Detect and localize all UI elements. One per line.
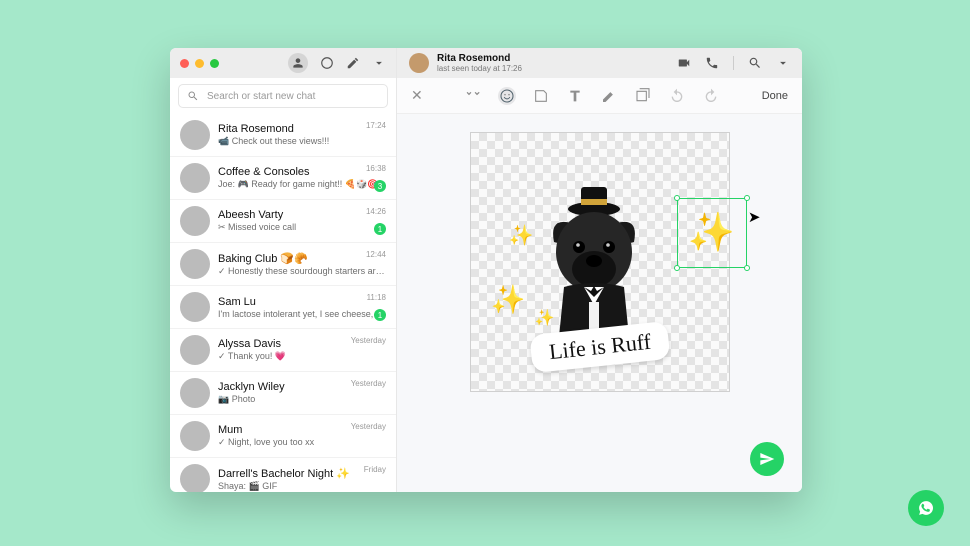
- chat-time: 11:18: [367, 293, 386, 302]
- chat-avatar: [180, 378, 210, 408]
- chat-name: Darrell's Bachelor Night ✨: [218, 467, 386, 480]
- contact-name: Rita Rosemond: [437, 53, 522, 64]
- chat-time: Yesterday: [351, 422, 386, 431]
- chat-row[interactable]: Mum✓ Night, love you too xxYesterday: [170, 415, 396, 458]
- send-icon: [759, 451, 775, 467]
- chat-time: Yesterday: [351, 379, 386, 388]
- cursor-pointer-icon: ➤: [748, 208, 761, 226]
- chat-preview: ✓ Night, love you too xx: [218, 437, 386, 448]
- chat-avatar: [180, 163, 210, 193]
- sticker-editor-toolbar: ✕ Done: [397, 78, 802, 114]
- chat-preview: Shaya: 🎬 GIF: [218, 481, 386, 492]
- search-placeholder: Search or start new chat: [207, 91, 315, 102]
- main-pane: Rita Rosemond last seen today at 17:26 ✕: [397, 48, 802, 492]
- chat-preview: ✓ Thank you! 💗: [218, 351, 386, 362]
- crop-tool-icon[interactable]: [464, 87, 482, 105]
- contact-status: last seen today at 17:26: [437, 64, 522, 73]
- chat-time: Friday: [364, 465, 386, 474]
- search-icon: [187, 90, 199, 102]
- chat-name: Rita Rosemond: [218, 123, 386, 135]
- outline-tool-icon[interactable]: [634, 87, 652, 105]
- redo-icon[interactable]: [702, 87, 720, 105]
- chat-time: 14:26: [366, 207, 386, 216]
- chat-row[interactable]: Rita Rosemond📹 Check out these views!!! 1…: [170, 114, 396, 157]
- sparkle-icon: ✨: [688, 211, 735, 255]
- search-in-chat-icon[interactable]: [748, 56, 762, 70]
- chat-preview: 📹 Check out these views!!!: [218, 136, 386, 147]
- chat-row[interactable]: Alyssa Davis✓ Thank you! 💗Yesterday: [170, 329, 396, 372]
- chat-header: Rita Rosemond last seen today at 17:26: [397, 48, 802, 78]
- voice-call-icon[interactable]: [705, 56, 719, 70]
- chat-avatar: [180, 335, 210, 365]
- sticker-canvas[interactable]: ✨ ✨ ✨: [470, 132, 730, 392]
- chat-row[interactable]: Jacklyn Wiley📷 PhotoYesterday: [170, 372, 396, 415]
- undo-icon[interactable]: [668, 87, 686, 105]
- chat-name: Abeesh Varty: [218, 209, 386, 221]
- chat-preview: 📷 Photo: [218, 394, 386, 405]
- chat-row[interactable]: Sam LuI'm lactose intolerant yet, I see …: [170, 286, 396, 329]
- app-window: Search or start new chat Rita Rosemond📹 …: [170, 48, 802, 492]
- contact-avatar[interactable]: [409, 53, 429, 73]
- chat-time: Yesterday: [351, 336, 386, 345]
- emoji-tool-icon[interactable]: [498, 87, 516, 105]
- send-button[interactable]: [750, 442, 784, 476]
- divider: [733, 56, 734, 70]
- selection-box[interactable]: ✨: [677, 198, 747, 268]
- chevron-down-icon[interactable]: [372, 56, 386, 70]
- chat-avatar: [180, 464, 210, 492]
- chat-avatar: [180, 249, 210, 279]
- chat-avatar: [180, 421, 210, 451]
- chat-name: Sam Lu: [218, 296, 386, 308]
- chat-time: 12:44: [366, 250, 386, 259]
- editor-canvas-area: ✨ ✨ ✨: [397, 114, 802, 492]
- chat-row[interactable]: Darrell's Bachelor Night ✨Shaya: 🎬 GIF Fr…: [170, 458, 396, 492]
- window-close-dot[interactable]: [180, 59, 189, 68]
- chat-avatar: [180, 292, 210, 322]
- chat-row[interactable]: Baking Club 🍞🥐✓ Honestly these sourdough…: [170, 243, 396, 286]
- titlebar: [170, 48, 396, 78]
- search-input[interactable]: Search or start new chat: [178, 84, 388, 108]
- window-zoom-dot[interactable]: [210, 59, 219, 68]
- chat-row[interactable]: Abeesh Varty✂ Missed voice call 14:26 1: [170, 200, 396, 243]
- chat-time: 16:38: [366, 164, 386, 173]
- done-button[interactable]: Done: [762, 90, 788, 102]
- chat-row[interactable]: Coffee & ConsolesJoe: 🎮 Ready for game n…: [170, 157, 396, 200]
- text-tool-icon[interactable]: [566, 87, 584, 105]
- chat-avatar: [180, 206, 210, 236]
- unread-badge: 3: [374, 180, 386, 192]
- chat-name: Coffee & Consoles: [218, 166, 386, 178]
- chat-preview: ✂ Missed voice call: [218, 222, 386, 233]
- chevron-down-icon[interactable]: [776, 56, 790, 70]
- draw-tool-icon[interactable]: [600, 87, 618, 105]
- sidebar: Search or start new chat Rita Rosemond📹 …: [170, 48, 397, 492]
- chat-preview: Joe: 🎮 Ready for game night!! 🍕🎲🎯: [218, 179, 386, 190]
- status-ring-icon[interactable]: [320, 56, 334, 70]
- chat-avatar: [180, 120, 210, 150]
- sparkle-icon: ✨: [491, 283, 526, 316]
- person-icon: [291, 56, 305, 70]
- sticker-tool-icon[interactable]: [532, 87, 550, 105]
- chat-preview: I'm lactose intolerant yet, I see cheese…: [218, 309, 386, 319]
- my-avatar[interactable]: [288, 53, 308, 73]
- whatsapp-logo: [908, 490, 944, 526]
- video-call-icon[interactable]: [677, 56, 691, 70]
- unread-badge: 1: [374, 223, 386, 235]
- chat-preview: ✓ Honestly these sourdough starters are …: [218, 266, 386, 277]
- window-minimize-dot[interactable]: [195, 59, 204, 68]
- whatsapp-icon: [915, 497, 937, 519]
- chat-time: 17:24: [366, 121, 386, 130]
- close-editor-button[interactable]: ✕: [411, 87, 423, 104]
- unread-badge: 1: [374, 309, 386, 321]
- chat-list: Rita Rosemond📹 Check out these views!!! 1…: [170, 114, 396, 492]
- chat-name: Baking Club 🍞🥐: [218, 252, 386, 265]
- new-chat-icon[interactable]: [346, 56, 360, 70]
